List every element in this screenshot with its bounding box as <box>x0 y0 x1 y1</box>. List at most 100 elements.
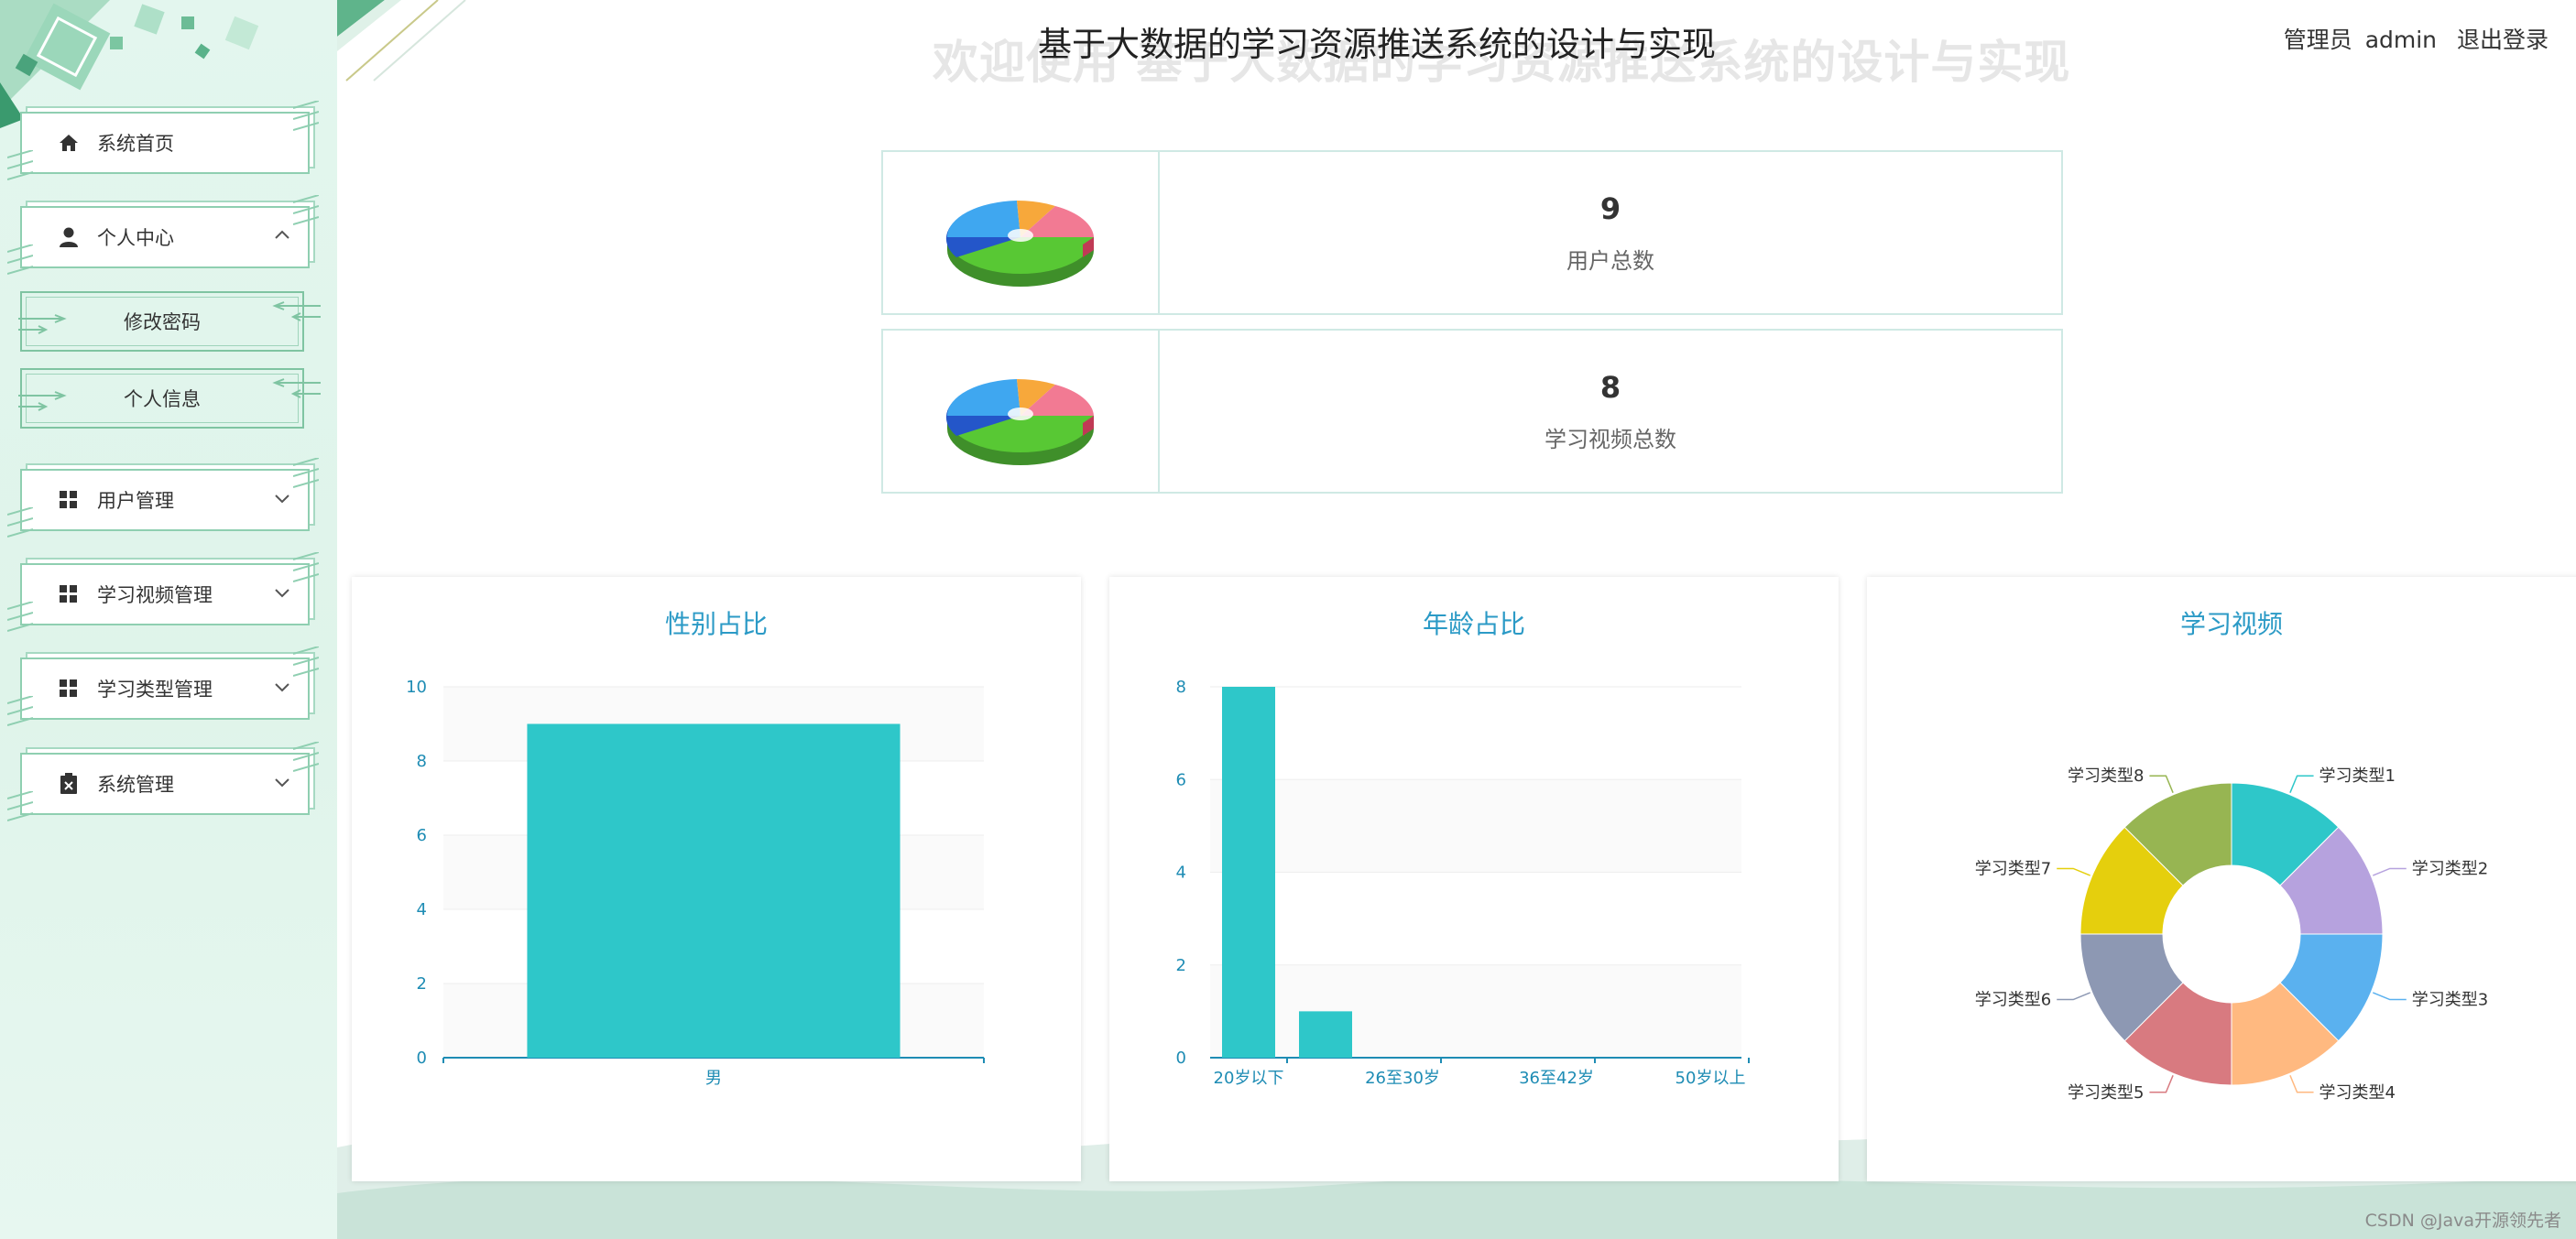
pie-label-line <box>2057 867 2090 876</box>
pie-label: 学习类型6 <box>1975 991 2051 1010</box>
gender-bar-chart: 0 2 4 6 8 10 男 <box>406 678 985 1088</box>
pie-label: 学习类型2 <box>2412 859 2488 878</box>
hatch-decoration <box>7 791 33 821</box>
chart-card-gender: 性别占比 0 2 4 6 8 10 男 <box>352 577 1081 1181</box>
sidebar-item-label: 系统首页 <box>97 133 174 155</box>
video-donut-chart: 学习类型1 学习类型2 学习类型3 学习类型4 学习类型5 学习类型6 学习类型7 学习类型8 <box>1975 766 2488 1103</box>
hatch-decoration <box>293 742 319 772</box>
y-tick-label: 6 <box>417 826 427 845</box>
clipboard-icon <box>57 772 81 796</box>
sidebar-subitem-label: 个人信息 <box>124 388 201 410</box>
sidebar-item-label: 用户管理 <box>97 490 174 512</box>
user-icon <box>57 225 81 249</box>
sidebar-item-video-management[interactable]: 学习视频管理 <box>7 552 319 632</box>
sidebar: 系统首页 个人中心 修改密码 个人信息 用户管理 学习视频管理 学习类型管理 系… <box>0 0 337 1239</box>
stat-value: 9 <box>1599 190 1621 226</box>
arrow-decoration <box>272 301 321 321</box>
x-tick-label: 26至30岁 <box>1365 1069 1440 1088</box>
age-bar-chart: 0 2 4 6 8 20岁以下 26至30岁 36至42岁 50岁以上 <box>1176 678 1750 1088</box>
pie-chart-icon <box>883 152 1160 313</box>
user-role: 管理员 <box>2283 27 2352 53</box>
main-content: 欢迎使用 基于大数据的学习资源推送系统的设计与实现 基于大数据的学习资源推送系统… <box>337 0 2576 1239</box>
stat-value: 8 <box>1599 369 1621 405</box>
sidebar-item-label: 系统管理 <box>97 774 174 796</box>
grid-band <box>1210 964 1741 1058</box>
pie-label-line <box>2289 1075 2314 1093</box>
x-tick-label: 36至42岁 <box>1519 1069 1594 1088</box>
sidebar-item-label: 个人中心 <box>97 227 174 249</box>
sidebar-subitem-label: 修改密码 <box>124 311 201 333</box>
pie-label-line <box>2149 775 2174 793</box>
y-tick-label: 4 <box>1176 864 1186 883</box>
hatch-decoration <box>7 150 33 180</box>
username: admin <box>2364 27 2438 53</box>
y-tick-label: 0 <box>1176 1049 1186 1068</box>
bar <box>1299 1011 1352 1058</box>
stat-body: 8 学习视频总数 <box>1160 331 2061 492</box>
chart-card-video: 学习视频 学习类型1 学习类型2 学习类型3 学习类型4 学习类型5 学习类型6 学习类型7… <box>1867 577 2576 1181</box>
chevron-down-icon <box>275 589 289 598</box>
sidebar-item-system-management[interactable]: 系统管理 <box>7 742 319 821</box>
sidebar-item-home[interactable]: 系统首页 <box>7 101 319 180</box>
grid-icon <box>57 582 81 606</box>
pie-label-line <box>2057 992 2090 1001</box>
y-tick-label: 4 <box>417 900 427 919</box>
watermark: CSDN @Java开源领先者 <box>2364 1211 2561 1231</box>
chevron-down-icon <box>275 683 289 692</box>
hatch-decoration <box>293 195 319 225</box>
sidebar-item-personal-center[interactable]: 个人中心 <box>7 195 319 275</box>
home-icon <box>57 131 81 155</box>
x-tick-label: 50岁以上 <box>1675 1069 1746 1088</box>
sidebar-item-label: 学习视频管理 <box>97 584 213 606</box>
pie-label: 学习类型5 <box>2068 1083 2144 1103</box>
pie-label: 学习类型7 <box>1975 859 2051 878</box>
pie-label-line <box>2149 1075 2174 1093</box>
chevron-up-icon <box>275 230 289 239</box>
y-tick-label: 8 <box>1176 678 1186 697</box>
corner-decoration <box>337 0 466 82</box>
stat-body: 9 用户总数 <box>1160 152 2061 313</box>
pie-label: 学习类型4 <box>2319 1083 2396 1103</box>
pie-label: 学习类型8 <box>2068 766 2144 786</box>
hatch-decoration <box>293 458 319 488</box>
pie-label-line <box>2373 867 2407 876</box>
sidebar-subitem-personal-info[interactable]: 个人信息 <box>18 368 321 429</box>
sidebar-decoration <box>0 0 259 128</box>
hatch-decoration <box>7 602 33 632</box>
sidebar-item-type-management[interactable]: 学习类型管理 <box>7 647 319 726</box>
chevron-down-icon <box>275 495 289 504</box>
user-area: 管理员 admin 退出登录 <box>2271 22 2549 55</box>
hatch-decoration <box>7 245 33 275</box>
y-tick-label: 6 <box>1176 770 1186 789</box>
grid-icon <box>57 677 81 701</box>
pie-label-line <box>2373 992 2407 1001</box>
stat-card-videos: 8 学习视频总数 <box>881 329 2063 494</box>
grid-band <box>1210 779 1741 873</box>
hatch-decoration <box>7 696 33 726</box>
stat-label: 学习视频总数 <box>1545 426 1676 452</box>
pie-chart-icon <box>883 331 1160 492</box>
bar <box>527 723 901 1058</box>
chart-card-age: 年龄占比 0 2 4 6 8 20岁以下 26至30岁 36至42岁 50岁以上 <box>1109 577 1839 1181</box>
page-title: 基于大数据的学习资源推送系统的设计与实现 <box>1038 25 1716 64</box>
pie-label-line <box>2289 775 2314 793</box>
hatch-decoration <box>293 552 319 582</box>
chevron-down-icon <box>275 778 289 788</box>
sidebar-item-label: 学习类型管理 <box>97 679 213 701</box>
sidebar-subitem-change-password[interactable]: 修改密码 <box>18 291 321 352</box>
y-tick-label: 10 <box>406 678 427 697</box>
y-tick-label: 2 <box>417 974 427 994</box>
bar <box>1222 687 1275 1058</box>
stat-card-users: 9 用户总数 <box>881 150 2063 315</box>
pie-label: 学习类型1 <box>2319 766 2396 786</box>
arrow-decoration <box>18 314 67 334</box>
arrow-decoration <box>18 391 67 411</box>
pie-label: 学习类型3 <box>2412 991 2488 1010</box>
hatch-decoration <box>293 101 319 131</box>
sidebar-item-user-management[interactable]: 用户管理 <box>7 458 319 538</box>
x-tick-label: 20岁以下 <box>1214 1069 1284 1088</box>
arrow-decoration <box>272 378 321 398</box>
stat-label: 用户总数 <box>1566 247 1654 274</box>
hatch-decoration <box>7 507 33 538</box>
logout-button[interactable]: 退出登录 <box>2457 27 2549 53</box>
